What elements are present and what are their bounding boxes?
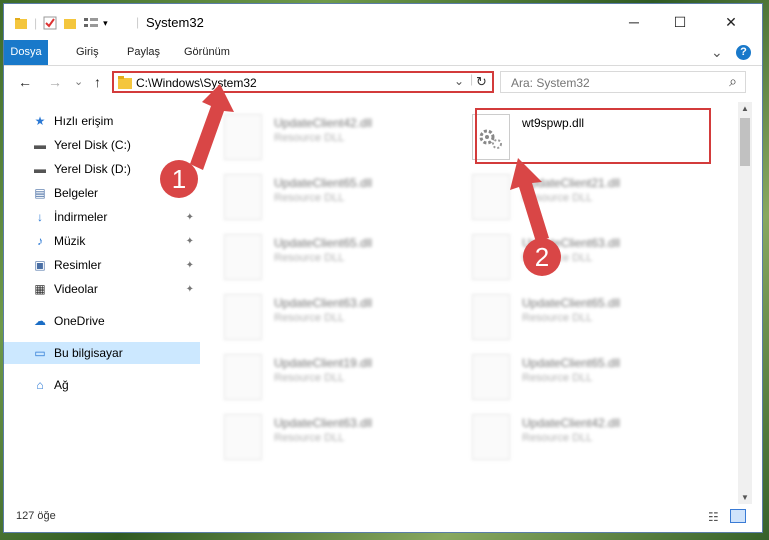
step-badge-2: 2	[523, 238, 561, 276]
annotation-overlay	[190, 84, 549, 242]
arrow-2-icon	[510, 158, 549, 242]
step-badge-1: 1	[160, 160, 198, 198]
arrow-1-icon	[190, 84, 234, 170]
